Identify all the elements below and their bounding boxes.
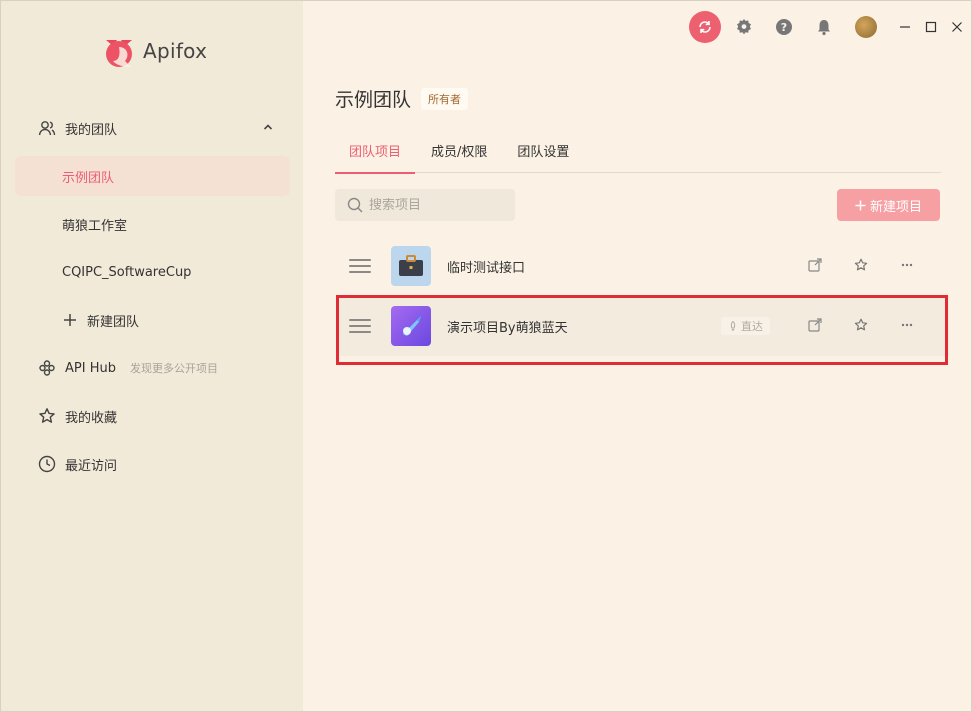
page-title: 示例团队 所有者 [335,85,469,112]
plus-icon [855,200,866,210]
sidebar-team-label: CQIPC_SoftwareCup [62,264,192,280]
users-icon [37,118,57,138]
plus-icon [63,313,77,327]
sidebar-recent[interactable]: 最近访问 [15,444,290,484]
favorite-star-icon[interactable] [853,257,869,273]
role-badge: 所有者 [421,87,469,110]
drag-handle-icon[interactable] [349,259,371,273]
new-project-label: 新建项目 [869,199,922,215]
app-logo: Apifox [101,33,207,69]
sync-button[interactable] [689,11,721,43]
sidebar-team-cqipc[interactable]: CQIPC_SoftwareCup [15,252,290,292]
app-name: Apifox [143,39,208,63]
tab-members-permissions[interactable]: 成员/权限 [417,129,501,173]
bell-icon[interactable] [815,18,833,36]
sidebar-team-menglang[interactable]: 萌狼工作室 [15,204,290,244]
avatar[interactable] [855,16,877,38]
sidebar-team-label: 示例团队 [62,170,115,186]
project-name[interactable]: 临时测试接口 [447,257,525,276]
team-tabs: 团队项目 成员/权限 团队设置 [335,129,941,174]
minimize-icon[interactable] [899,21,911,33]
maximize-icon[interactable] [925,21,937,33]
tab-team-settings[interactable]: 团队设置 [503,129,583,173]
team-name: 示例团队 [335,89,412,111]
sidebar-my-teams-label: 我的团队 [65,122,118,138]
more-options-icon[interactable] [899,257,915,273]
gear-icon[interactable] [735,18,753,36]
open-external-icon[interactable] [807,257,823,273]
star-icon [37,406,57,426]
briefcase-icon [391,246,431,286]
sidebar: Apifox 我的团队 示例团队 萌狼工作室 CQIPC_SoftwareCup… [1,1,303,711]
sidebar-my-teams[interactable]: 我的团队 [15,108,290,148]
search-input[interactable] [369,197,499,213]
sidebar-api-hub-label: API Hub [65,360,116,376]
new-project-button[interactable]: 新建项目 [837,189,940,221]
search-box[interactable] [335,189,515,221]
search-icon [347,197,363,213]
sidebar-favorites-label: 我的收藏 [65,410,118,426]
api-hub-hint: 发现更多公开项目 [129,362,218,375]
help-icon[interactable]: ? [775,18,793,36]
tab-team-projects[interactable]: 团队项目 [335,129,416,174]
sidebar-team-example[interactable]: 示例团队 [15,156,290,196]
chevron-up-icon[interactable] [262,121,274,137]
sidebar-new-team[interactable]: 新建团队 [15,300,290,340]
sidebar-api-hub[interactable]: API Hub 发现更多公开项目 [15,348,290,388]
topbar: ? [689,11,971,43]
app-window: Apifox 我的团队 示例团队 萌狼工作室 CQIPC_SoftwareCup… [0,0,972,712]
sidebar-team-label: 萌狼工作室 [62,218,128,234]
sidebar-favorites[interactable]: 我的收藏 [15,396,290,436]
sidebar-new-team-label: 新建团队 [87,314,140,330]
clock-icon [37,454,57,474]
project-row[interactable]: 临时测试接口 [337,236,949,296]
api-hub-icon [37,358,57,378]
sidebar-recent-label: 最近访问 [65,458,118,474]
sync-icon [699,21,711,33]
highlight-annotation-box [336,295,948,365]
apifox-logo-icon [106,40,132,67]
close-icon[interactable] [951,21,963,33]
svg-text:?: ? [781,21,787,34]
